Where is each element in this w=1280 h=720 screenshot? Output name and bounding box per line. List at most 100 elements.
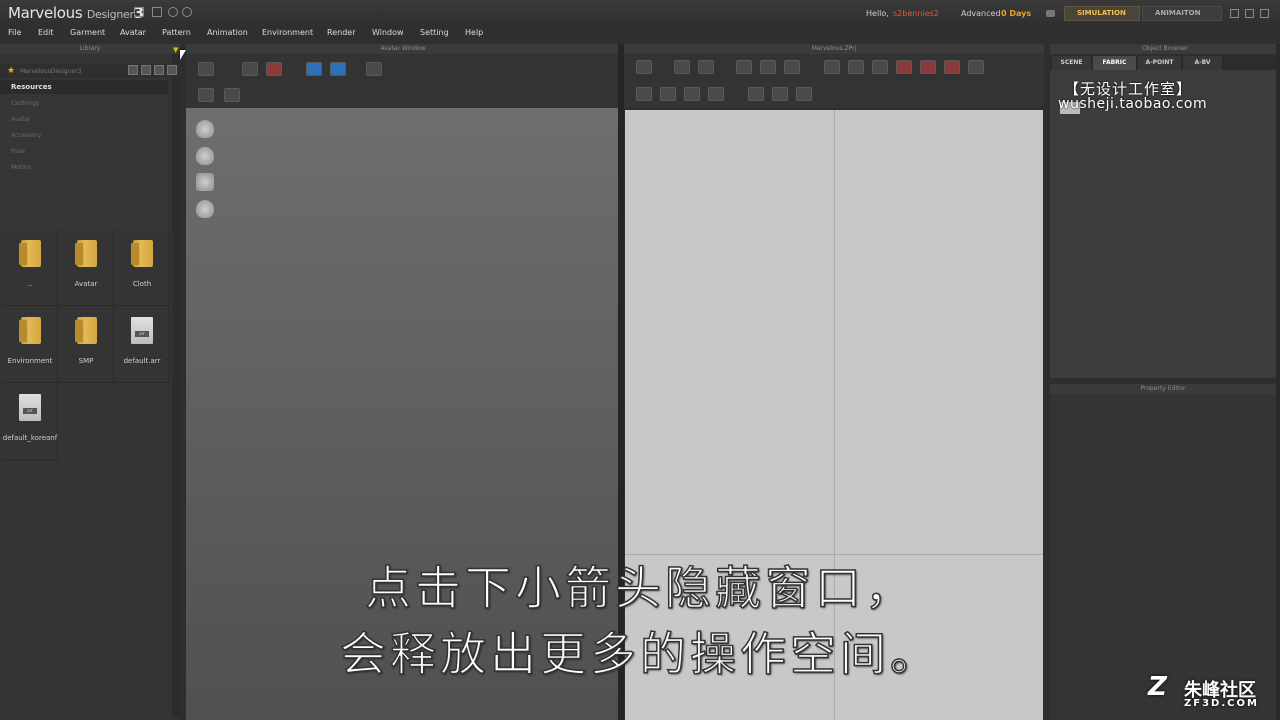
texture-edit-icon[interactable] [772,87,788,101]
circle-icon[interactable] [872,60,888,74]
segment-sewing-icon[interactable] [636,87,652,101]
free-sewing-icon[interactable] [660,87,676,101]
tab-a-point[interactable]: A-POINT [1138,56,1182,70]
select-mesh-icon[interactable] [242,62,258,76]
annotation-icon[interactable] [796,87,812,101]
menu-pattern[interactable]: Pattern [162,28,191,37]
tree-item-clothings[interactable]: Clothings [11,100,39,107]
library-item-label: Environment [7,357,53,365]
dart-icon[interactable] [968,60,984,74]
resources-header[interactable]: Resources [0,80,168,94]
edit-sewing-icon[interactable] [684,87,700,101]
library-item-default-arr[interactable]: default.arr [114,307,170,383]
favorite-star-icon[interactable]: ★ [7,66,15,76]
transform-icon[interactable] [674,60,690,74]
avatar-shirt-icon[interactable] [196,173,214,191]
menu-render[interactable]: Render [327,28,355,37]
tree-item-accessory[interactable]: Accessory [11,132,41,139]
minimize-icon[interactable] [1230,9,1239,18]
file-icon [131,317,153,344]
tree-item-avatar[interactable]: Avatar [11,116,30,123]
avatar-body-icon[interactable] [196,147,214,165]
watermark-url: wusheji.taobao.com [1058,96,1208,112]
refresh-icon[interactable] [128,65,138,75]
menu-avatar[interactable]: Avatar [120,28,146,37]
logo-url: ZF3D.COM [1184,698,1259,709]
library-item-parent[interactable]: .. [2,230,58,306]
title-bar: Marvelous Designer3 Hello, s2bennies2 Ad… [0,0,1280,26]
library-item-cloth[interactable]: Cloth [114,230,170,306]
object-browser-list [1050,70,1276,378]
library-item-environment[interactable]: Environment [2,307,58,383]
move-icon[interactable] [198,88,214,102]
folder-icon [75,317,97,344]
tree-item-pose[interactable]: Pose [11,148,25,155]
library-item-smp[interactable]: SMP [58,307,114,383]
avatar-head-icon[interactable] [196,120,214,138]
app-sub: Designer [86,8,134,21]
library-item-label: default_koreanf [2,434,58,442]
delete-icon[interactable] [167,65,177,75]
internal-polygon-icon[interactable] [896,60,912,74]
library-item-avatar[interactable]: Avatar [58,230,114,306]
animation-mode-button[interactable]: ANIMAITON [1142,6,1222,21]
tab-fabric[interactable]: FABRIC [1093,56,1137,70]
subtitle-line-2: 会释放出更多的操作空间。 [339,626,940,682]
fold-icon[interactable] [330,62,346,76]
save-icon[interactable] [134,7,144,17]
simulation-mode-button[interactable]: SIMULATION [1064,6,1140,21]
folder-icon [131,240,153,267]
close-icon[interactable] [1260,9,1269,18]
avatar-face-icon[interactable] [196,200,214,218]
curve-icon[interactable] [736,60,752,74]
sewing-check-icon[interactable] [708,87,724,101]
maximize-icon[interactable] [1245,9,1254,18]
reset-view-icon[interactable] [636,60,652,74]
polygon-icon[interactable] [824,60,840,74]
texture-icon[interactable] [224,88,240,102]
resource-tree [0,94,168,230]
arrangement-icon[interactable] [306,62,322,76]
edit-icon[interactable] [154,65,164,75]
collapse-arrow-icon[interactable]: ▼ [173,46,178,54]
pattern-window-title: Marvelous.ZPrj [624,44,1044,54]
texture-move-icon[interactable] [748,87,764,101]
menu-garment[interactable]: Garment [70,28,105,37]
internal-rect-icon[interactable] [920,60,936,74]
pin-point-icon[interactable] [266,62,282,76]
add-point-icon[interactable] [760,60,776,74]
rectangle-icon[interactable] [848,60,864,74]
user-name[interactable]: s2bennies2 [893,9,939,18]
edit-point-icon[interactable] [698,60,714,74]
open-icon[interactable] [152,7,162,17]
pin-icon[interactable] [1046,10,1055,17]
tab-scene[interactable]: SCENE [1052,56,1092,70]
menu-animation[interactable]: Animation [207,28,248,37]
simulate-icon[interactable] [198,62,214,76]
tree-item-motion[interactable]: Motion [11,164,31,171]
menu-setting[interactable]: Setting [420,28,449,37]
app-logo: Marvelous Designer3 [8,4,144,22]
undo-icon[interactable] [168,7,178,17]
library-item-default-koreanf[interactable]: default_koreanf [2,384,58,460]
center-point-icon[interactable] [784,60,800,74]
redo-icon[interactable] [182,7,192,17]
tab-a-bv[interactable]: A-BV [1183,56,1223,70]
hello-label: Hello, [866,9,889,18]
add-folder-icon[interactable] [141,65,151,75]
avatar-window-title: Avatar Window [186,44,620,54]
menu-window[interactable]: Window [372,28,404,37]
menu-file[interactable]: File [8,28,21,37]
menu-environment[interactable]: Environment [262,28,313,37]
file-icon [19,394,41,421]
mouse-cursor [180,50,186,60]
library-item-label: .. [27,280,33,288]
folder-icon [75,240,97,267]
library-title: Library [0,44,180,54]
internal-circle-icon[interactable] [944,60,960,74]
tack-icon[interactable] [366,62,382,76]
menu-edit[interactable]: Edit [38,28,54,37]
menu-help[interactable]: Help [465,28,483,37]
library-item-label: Avatar [74,280,98,288]
folder-icon [19,317,41,344]
